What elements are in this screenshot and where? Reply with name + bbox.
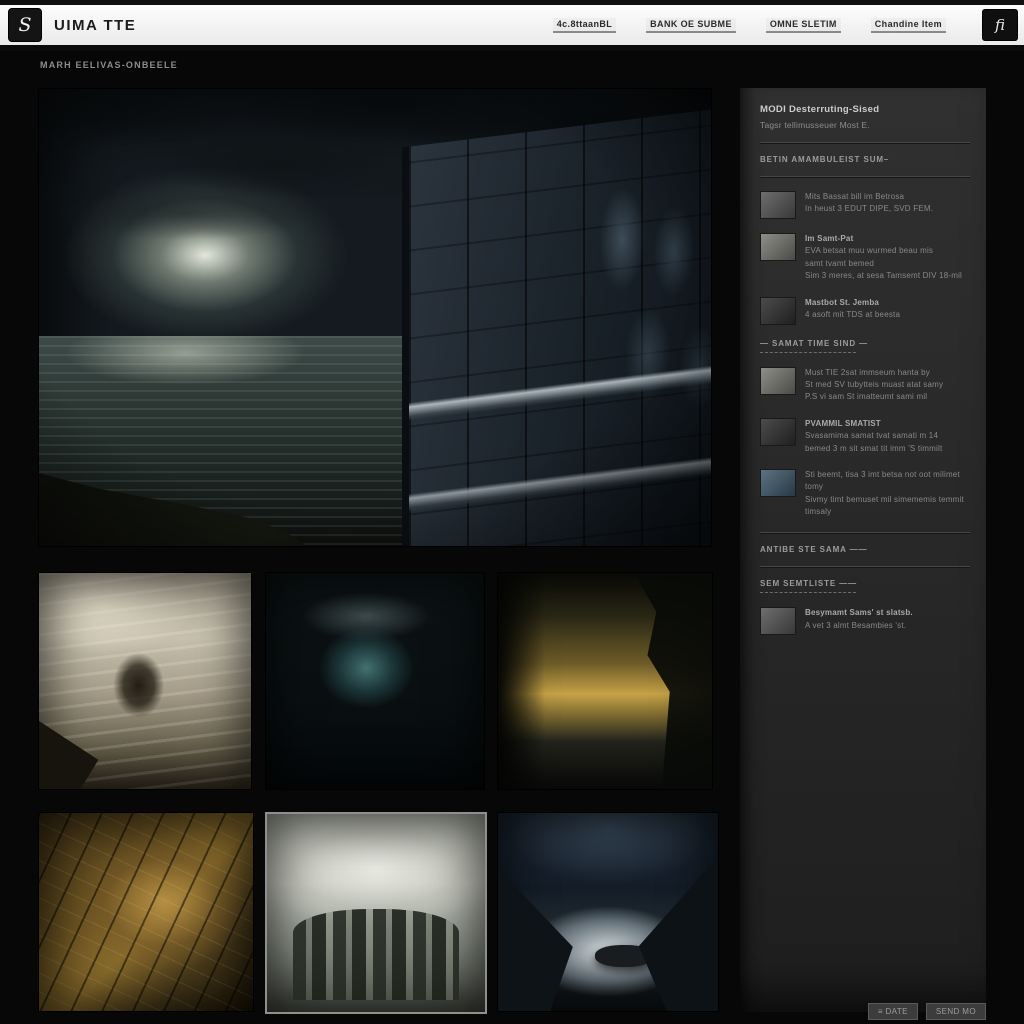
page-section-title: MARH EELIVAS-ONBEELE (40, 60, 178, 70)
sidebar-title: MODI Desterruting-Sised (760, 104, 970, 115)
comment-line: Must TIE 2sat immseum hanta by (805, 367, 943, 379)
site-title: UIMA TTE (54, 17, 136, 34)
comment-thumbnail (760, 607, 796, 635)
divider (760, 142, 970, 143)
top-header-bar: S UIMA TTE 4c.8ttaanBL BANK OE SUBME OMN… (0, 0, 1024, 51)
comment-thumbnail (760, 469, 796, 497)
date-button[interactable]: ≡ DATE (868, 1003, 918, 1020)
nav-link-3[interactable]: OMNE SLETIM (766, 18, 841, 33)
footer-buttons: ≡ DATE SEND MO (868, 1003, 986, 1020)
thumbnail-robed-figures[interactable] (265, 812, 487, 1014)
comment-line: P.S vi sam St imatteumt sami mil (805, 391, 943, 403)
divider (760, 566, 970, 567)
nav-link-4[interactable]: Chandine Item (871, 18, 946, 33)
dashed-underline (760, 592, 856, 593)
hero-vignette (39, 89, 711, 546)
comment-line: Sti beemt, tisa 3 imt betsa not oot mili… (805, 469, 970, 494)
comment-line: Svasamima samat tvat samati m 14 (805, 430, 942, 442)
comment-thumbnail (760, 191, 796, 219)
comment-item[interactable]: Mits Bassat bill im Betrosa In heust 3 E… (760, 191, 970, 219)
comment-thumbnail (760, 297, 796, 325)
comments-sidebar: MODI Desterruting-Sised Tagsr tellimusse… (740, 88, 986, 1012)
sidebar-mid-header[interactable]: — SAMAT TIME SIND — (760, 339, 970, 348)
comment-author: Im Samt-Pat (805, 233, 962, 245)
thumbnail-valley-rock (595, 945, 653, 967)
comment-line: samt tvamt bemed (805, 258, 962, 270)
dashed-underline (760, 352, 856, 353)
comment-item[interactable]: Must TIE 2sat immseum hanta by St med SV… (760, 367, 970, 404)
comment-thumbnail (760, 418, 796, 446)
comment-author: Mastbot St. Jemba (805, 297, 900, 309)
nav-link-2[interactable]: BANK OE SUBME (646, 18, 736, 33)
sidebar-subtitle: Tagsr tellimusseuer Most E. (760, 120, 970, 130)
comment-item[interactable]: Besymamt Sams' st slatsb. A vet 3 almt B… (760, 607, 970, 635)
thumbnail-gold-marble-abstract[interactable] (38, 812, 254, 1012)
comment-line: A vet 3 almt Besambies 'st. (805, 620, 913, 632)
divider (760, 532, 970, 533)
sidebar-section-b2-header[interactable]: SEM SEMTLISTE —— (760, 579, 970, 588)
comment-item[interactable]: Im Samt-Pat EVA betsat muu wurmed beau m… (760, 233, 970, 283)
comment-item[interactable]: Mastbot St. Jemba 4 asoft mit TDS at bee… (760, 297, 970, 325)
hero-artwork-stormy-seascape[interactable] (38, 88, 712, 547)
comment-line: EVA betsat muu wurmed beau mis (805, 245, 962, 257)
comment-thumbnail (760, 367, 796, 395)
send-button[interactable]: SEND MO (926, 1003, 986, 1020)
comment-author: Besymamt Sams' st slatsb. (805, 607, 913, 619)
comment-item[interactable]: PVAMMIL SMATIST Svasamima samat tvat sam… (760, 418, 970, 455)
comment-line: Mits Bassat bill im Betrosa (805, 191, 933, 203)
comment-thumbnail (760, 233, 796, 261)
thumbnail-snow-valley[interactable] (497, 812, 719, 1012)
comment-line: bemed 3 m sit smat tit imm 'S timmilt (805, 443, 942, 455)
comment-line: Sim 3 meres, at sesa Tamsemt DIV 18-mil (805, 270, 962, 282)
account-button[interactable]: fi (982, 9, 1018, 41)
thumbnail-dark-portrait[interactable] (265, 572, 485, 790)
thumbnail-tower-golden-sky[interactable] (497, 572, 713, 790)
nav-link-1[interactable]: 4c.8ttaanBL (553, 18, 616, 33)
sidebar-section-a-header[interactable]: BETIN AMAMBULEIST SUM– (760, 155, 970, 164)
header-nav: 4c.8ttaanBL BANK OE SUBME OMNE SLETIM Ch… (553, 18, 946, 33)
comment-item[interactable]: Sti beemt, tisa 3 imt betsa not oot mili… (760, 469, 970, 519)
thumbnail-snow-wanderer[interactable] (38, 572, 252, 790)
site-logo-icon[interactable]: S (8, 8, 42, 42)
sidebar-section-b-header[interactable]: ANTIBE STE SAMA —— (760, 545, 970, 554)
comment-line: In heust 3 EDUT DIPE, SVD FEM. (805, 203, 933, 215)
comment-line: St med SV tubytteis muast atat samy (805, 379, 943, 391)
comment-line: 4 asoft mit TDS at beesta (805, 309, 900, 321)
comment-line: Sivmy timt bemuset mil simememis temmit … (805, 494, 970, 519)
divider (760, 176, 970, 177)
comment-author: PVAMMIL SMATIST (805, 418, 942, 430)
